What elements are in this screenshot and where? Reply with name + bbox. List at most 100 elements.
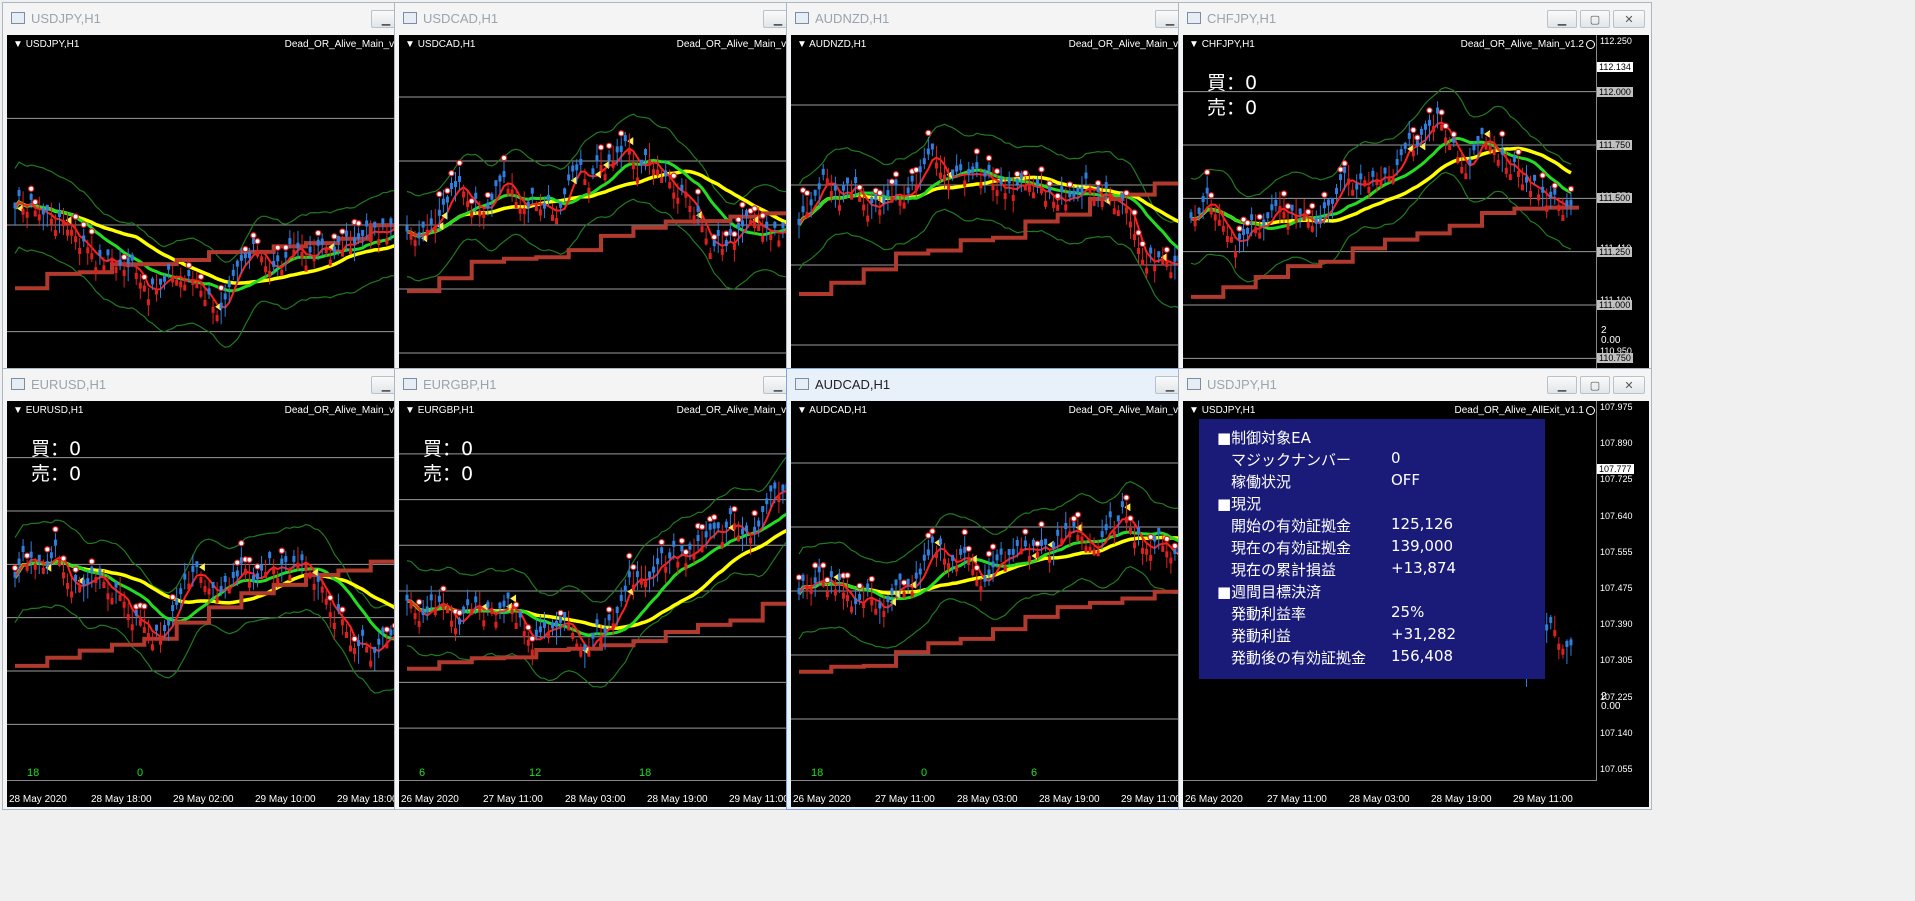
price-label: 107.725 (1600, 474, 1633, 485)
candle-body (1339, 174, 1343, 181)
candle-body (502, 600, 506, 607)
candle-body (506, 188, 510, 195)
candle-body (21, 208, 25, 215)
candle-body (603, 174, 607, 181)
candle-body (821, 580, 825, 587)
sell-count: 売：0 (1207, 97, 1258, 119)
close-button[interactable]: ✕ (1613, 376, 1645, 394)
candle-body (1112, 531, 1116, 538)
candle-body (223, 575, 227, 582)
info-label: ■週間目標決済 (1217, 583, 1322, 601)
candle-body (57, 211, 61, 218)
candle-body (25, 564, 29, 571)
candle-body (1165, 260, 1169, 267)
trade-marker (1236, 225, 1243, 232)
trade-marker (1163, 246, 1171, 253)
candle-body (837, 204, 841, 211)
candle-body (445, 196, 449, 203)
candle-body (1298, 208, 1302, 215)
candle-body (821, 168, 825, 175)
minimize-button[interactable]: ▁ (1547, 10, 1577, 28)
window-title: EURGBP,H1 (423, 376, 497, 392)
ea-name-text: Dead_OR_Alive_Main_v1.2 (1068, 39, 1192, 50)
time-axis[interactable]: 26 May 2020 27 May 11:00 28 May 03:00 28 Ma… (791, 780, 1205, 807)
price-axis[interactable]: 112.250112.040111.880111.570111.410111.1… (1596, 35, 1649, 415)
candle-body (130, 254, 134, 261)
candle-body (332, 246, 336, 253)
candle-body (417, 232, 421, 239)
triangle-icon (1124, 503, 1131, 512)
window-titlebar[interactable]: CHFJPY,H1 ▁ ▢ ✕ (1179, 3, 1651, 33)
candle-body (373, 646, 377, 653)
candle-body (219, 586, 223, 593)
candle-body (490, 193, 494, 200)
minimize-button[interactable]: ▁ (1547, 376, 1577, 394)
maximize-icon: ▢ (1589, 12, 1601, 26)
triangle-icon: ▼ (797, 39, 810, 50)
candle-body (389, 629, 393, 636)
candle-body (1108, 511, 1112, 518)
candle-body (567, 174, 571, 181)
candle-body (563, 188, 567, 195)
candle-body (623, 585, 627, 592)
candle-body (498, 602, 502, 609)
candle-body (660, 176, 664, 183)
time-label: 26 May 2020 (1185, 794, 1243, 805)
candle-body (951, 169, 955, 176)
candle-body (1343, 166, 1347, 173)
window-titlebar[interactable]: USDJPY,H1 ▁ ▢ ✕ (1179, 369, 1651, 399)
candle-body (546, 194, 550, 201)
candle-body (1383, 167, 1387, 174)
time-axis[interactable]: 26 May 2020 27 May 11:00 28 May 03:00 28 Ma… (1183, 780, 1597, 807)
triangle-icon (695, 211, 702, 220)
price-label: 107.305 (1600, 655, 1633, 666)
close-button[interactable]: ✕ (1613, 10, 1645, 28)
candle-body (757, 520, 761, 527)
minimize-icon: ▁ (773, 378, 783, 392)
maximize-button[interactable]: ▢ (1580, 376, 1610, 394)
trade-marker (1426, 107, 1433, 114)
candle-body (1444, 137, 1448, 144)
candle-body (1153, 265, 1157, 272)
candle-body (175, 598, 179, 605)
time-axis[interactable]: 28 May 2020 28 May 18:00 29 May 02:00 29 Ma… (7, 780, 421, 807)
candle-body (276, 578, 280, 585)
trade-marker (44, 546, 51, 553)
candle-body (1064, 204, 1068, 211)
sell-count: 売：0 (423, 463, 474, 485)
trade-marker (1034, 540, 1041, 547)
candle-body (1448, 144, 1452, 151)
candle-body (385, 238, 389, 245)
price-chart[interactable]: ▼ USDJPY,H1 Dead_OR_Alive_AllExit_v1.1 107… (1183, 401, 1649, 807)
candle-body (749, 219, 753, 226)
chart-window[interactable]: USDJPY,H1 ▁ ▢ ✕ ▼ USDJPY,H1 Dead_OR_Alive_All… (1178, 368, 1652, 810)
symbol-text: AUDNZD,H1 (809, 39, 867, 50)
candle-body (652, 566, 656, 573)
candle-body (90, 566, 94, 573)
candle-body (825, 591, 829, 598)
candle-body (1371, 170, 1375, 177)
candle-body (33, 563, 37, 570)
candle-body (1096, 550, 1100, 557)
price-label: 107.640 (1600, 510, 1633, 521)
symbol-label: ▼ USDCAD,H1 (405, 39, 475, 50)
price-axis[interactable]: 107.975 107.890 107.725 107.640 107.555 107.4… (1596, 401, 1649, 781)
candle-body (1407, 132, 1411, 139)
candle-body (219, 302, 223, 309)
candle-body (1040, 187, 1044, 194)
trade-marker (1131, 209, 1138, 216)
trade-marker (246, 556, 253, 563)
candle-body (17, 189, 21, 196)
candle-body (809, 588, 813, 595)
candle-body (769, 234, 773, 241)
time-axis[interactable]: 26 May 2020 27 May 11:00 28 May 03:00 28 Ma… (399, 780, 813, 807)
candle-body (191, 279, 195, 286)
trade-marker (751, 205, 758, 212)
candle-body (381, 218, 385, 225)
candle-body (599, 637, 603, 644)
candle-body (999, 177, 1003, 184)
candle-body (530, 187, 534, 194)
candle-body (1286, 223, 1290, 230)
maximize-button[interactable]: ▢ (1580, 10, 1610, 28)
candle-body (377, 238, 381, 245)
